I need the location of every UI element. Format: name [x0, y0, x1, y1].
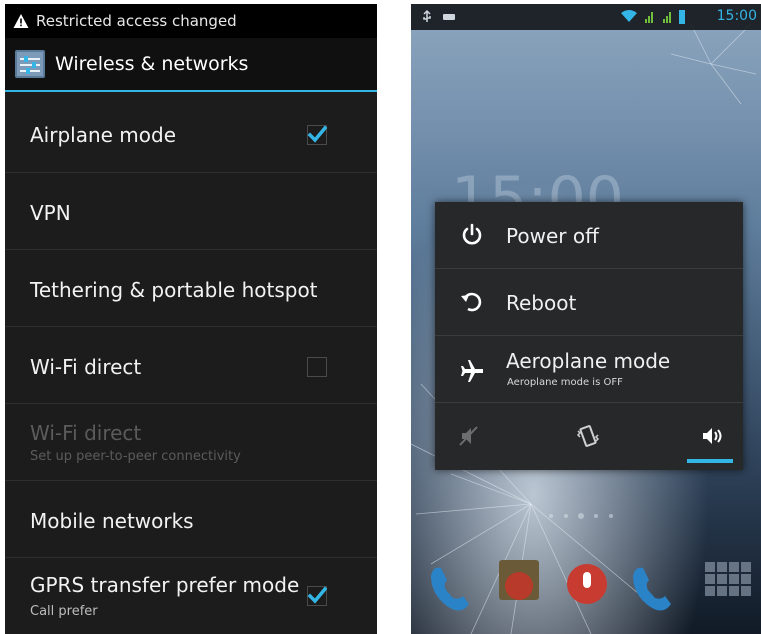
- silent-icon[interactable]: [455, 421, 485, 451]
- reboot-option[interactable]: Reboot: [435, 269, 743, 336]
- row-title: Tethering & portable hotspot: [30, 278, 318, 302]
- row-subtitle: Set up peer-to-peer connectivity: [30, 449, 241, 464]
- notification-bar[interactable]: Restricted access changed: [5, 4, 377, 38]
- row-title: GPRS transfer prefer mode: [30, 573, 300, 597]
- option-label: Power off: [506, 224, 599, 248]
- phone-icon: [431, 567, 469, 611]
- airplane-icon: [459, 358, 485, 384]
- status-time: 15:00: [716, 8, 757, 24]
- settings-screen: Restricted access changed Wireless & net…: [5, 4, 377, 634]
- sound-on-icon[interactable]: [697, 421, 727, 451]
- wifi-direct-checkbox[interactable]: [307, 357, 327, 377]
- dialer-icon: [633, 567, 671, 611]
- notification-text: Restricted access changed: [36, 12, 237, 30]
- row-title: Wi-Fi direct: [30, 421, 142, 445]
- mobile-networks-row[interactable]: Mobile networks: [5, 481, 377, 558]
- power-menu-screen: 15:00 15:00 Power off Reboot Aeroplane m…: [411, 4, 761, 634]
- vibrate-icon[interactable]: [573, 421, 603, 451]
- wifi-direct-settings-row: Wi-Fi direct Set up peer-to-peer connect…: [5, 404, 377, 481]
- warning-icon: [13, 13, 29, 29]
- usb-icon: [423, 9, 455, 22]
- option-sublabel: Aeroplane mode is OFF: [507, 377, 623, 388]
- signal-icons: [621, 10, 685, 24]
- option-label: Aeroplane mode: [506, 349, 671, 373]
- power-off-option[interactable]: Power off: [435, 202, 743, 269]
- home-dock: [411, 556, 761, 634]
- row-title: Wi-Fi direct: [30, 355, 142, 379]
- tethering-row[interactable]: Tethering & portable hotspot: [5, 250, 377, 327]
- airplane-mode-checkbox[interactable]: [307, 125, 327, 145]
- row-title: Airplane mode: [30, 123, 177, 147]
- row-title: VPN: [30, 201, 71, 225]
- action-bar: Wireless & networks: [5, 38, 377, 92]
- page-title: Wireless & networks: [55, 53, 249, 75]
- status-bar: 15:00: [411, 4, 761, 30]
- row-title: Mobile networks: [30, 509, 194, 533]
- airplane-mode-row[interactable]: Airplane mode: [5, 94, 377, 173]
- power-options-dialog: Power off Reboot Aeroplane mode Aeroplan…: [435, 202, 743, 470]
- wifi-direct-row[interactable]: Wi-Fi direct: [5, 327, 377, 404]
- power-icon: [459, 222, 485, 248]
- gprs-mode-checkbox[interactable]: [307, 586, 327, 606]
- settings-app-icon[interactable]: [15, 50, 45, 78]
- vpn-row[interactable]: VPN: [5, 173, 377, 250]
- aeroplane-mode-option[interactable]: Aeroplane mode Aeroplane mode is OFF: [435, 336, 743, 403]
- apps-icon: [705, 562, 751, 596]
- reboot-icon: [459, 289, 485, 315]
- selected-indicator: [687, 459, 733, 463]
- option-label: Reboot: [506, 291, 577, 315]
- sound-mode-selector: [435, 403, 743, 470]
- row-subtitle: Call prefer: [30, 604, 98, 619]
- gprs-mode-row[interactable]: GPRS transfer prefer mode Call prefer: [5, 558, 377, 634]
